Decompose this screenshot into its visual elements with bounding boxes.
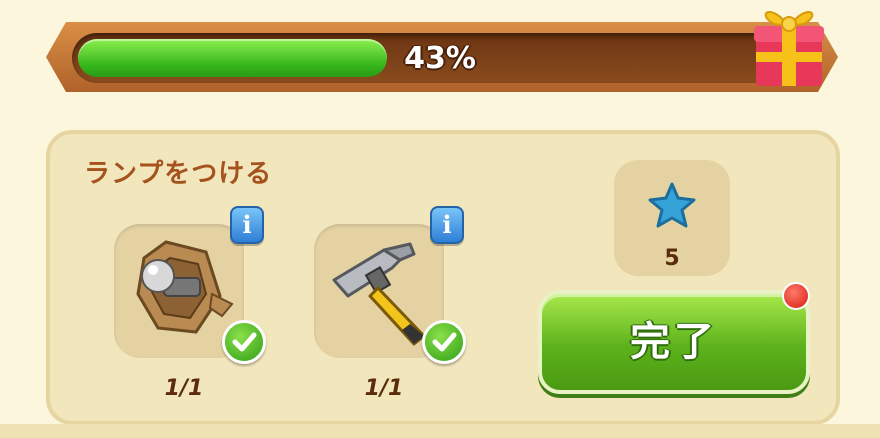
info-button-hammer[interactable]: i (430, 206, 464, 244)
info-button-lamp[interactable]: i (230, 206, 264, 244)
blue-star-icon (648, 182, 696, 228)
gift-icon[interactable] (746, 0, 832, 90)
item-count-lamp: 1/1 (164, 376, 204, 401)
reward-amount: 5 (664, 246, 680, 271)
progress-label: 43% (404, 41, 476, 76)
complete-button[interactable]: 完了 (538, 290, 810, 394)
item-count-hammer: 1/1 (364, 376, 404, 401)
task-title: ランプをつける (84, 159, 273, 189)
check-icon (422, 320, 466, 364)
bottom-strip (0, 424, 880, 438)
check-icon (222, 320, 266, 364)
notification-dot (782, 282, 810, 310)
